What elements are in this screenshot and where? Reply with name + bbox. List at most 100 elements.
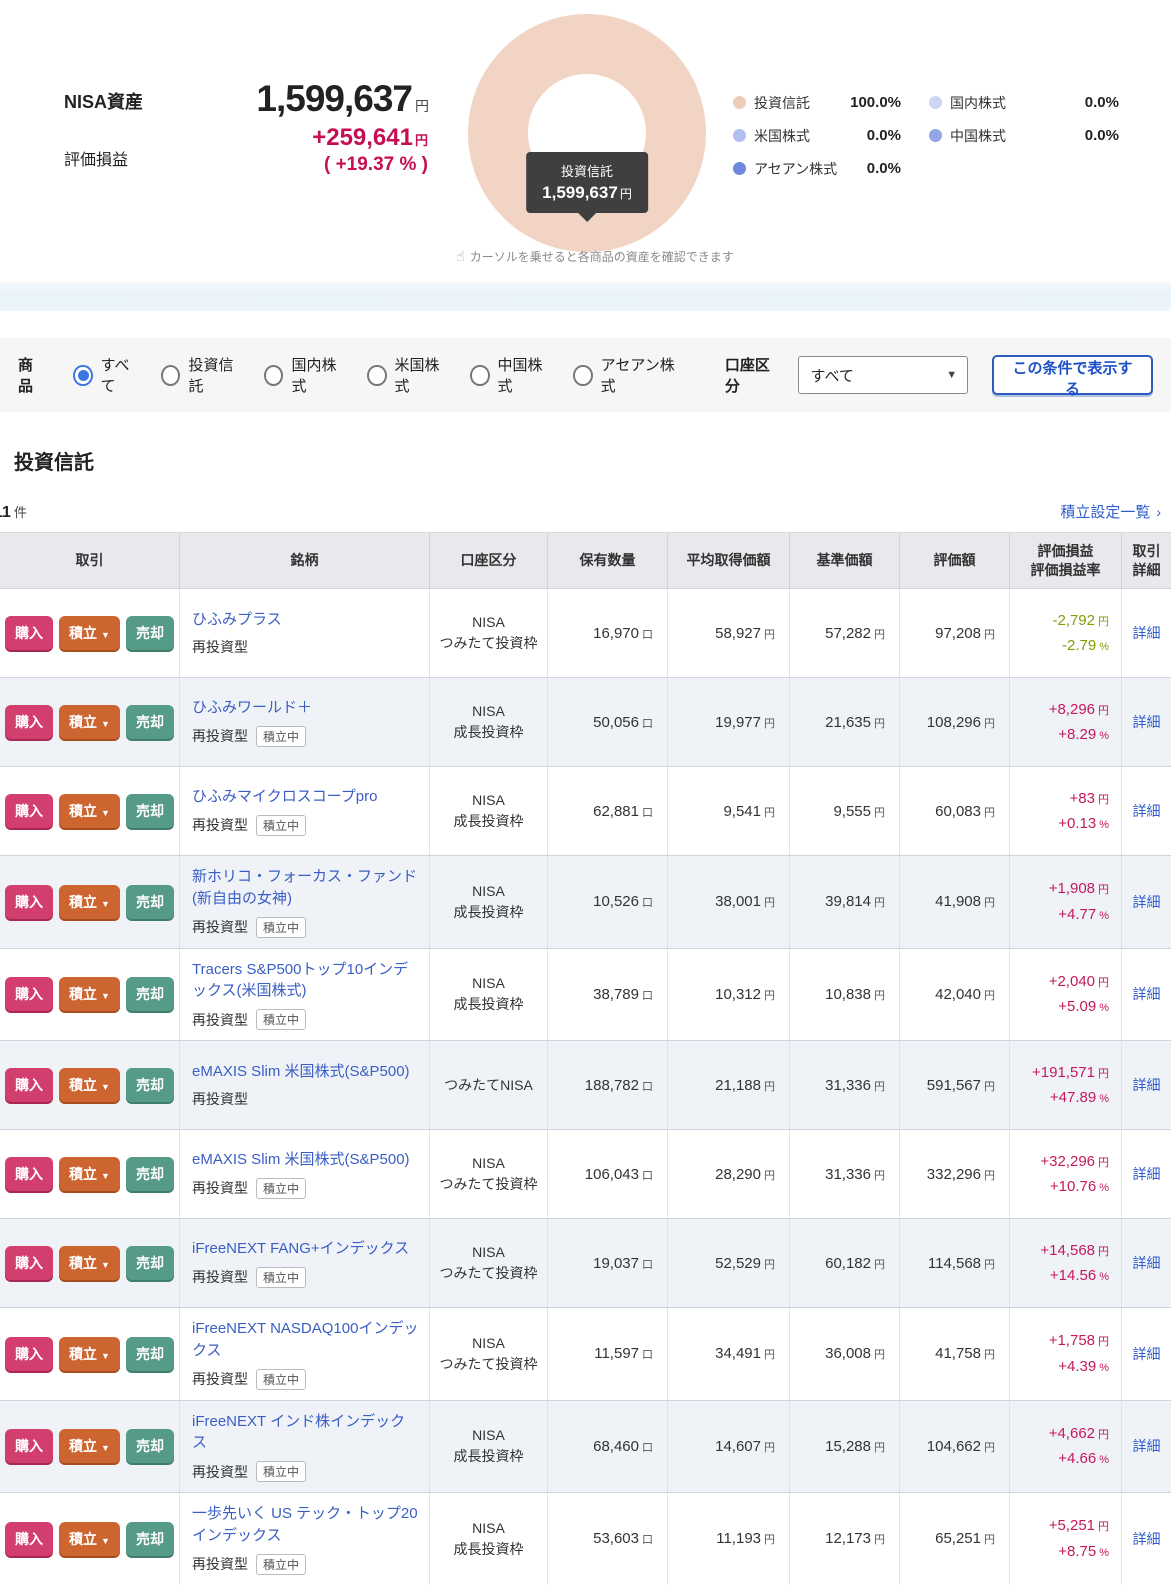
fund-name-link[interactable]: 新ホリコ・フォーカス・ファンド(新自由の女神) <box>192 866 419 910</box>
buy-button[interactable]: 購入 <box>5 977 53 1011</box>
radio-chugoku[interactable]: 中国株式 <box>470 354 551 396</box>
table-row: 購入 積立▼ 売却 Tracers S&P500トップ10インデックス(米国株式… <box>0 948 1171 1041</box>
sell-button[interactable]: 売却 <box>126 1522 174 1556</box>
buy-button[interactable]: 購入 <box>5 885 53 919</box>
quantity-cell: 188,782口 <box>548 1041 668 1129</box>
pl-cell: +14,568円 +14.56% <box>1010 1219 1122 1307</box>
buy-button[interactable]: 購入 <box>5 1429 53 1463</box>
fund-name-link[interactable]: eMAXIS Slim 米国株式(S&P500) <box>192 1061 410 1083</box>
nav-cell: 21,635円 <box>790 678 900 766</box>
buy-button[interactable]: 購入 <box>5 794 53 828</box>
radio-asean[interactable]: アセアン株式 <box>573 354 681 396</box>
radio-kokunai-icon[interactable] <box>264 365 283 386</box>
sell-button[interactable]: 売却 <box>126 616 174 650</box>
fund-name-link[interactable]: iFreeNEXT FANG+インデックス <box>192 1238 409 1260</box>
pl-cell: +191,571円 +47.89% <box>1010 1041 1122 1129</box>
buy-button[interactable]: 購入 <box>5 1522 53 1556</box>
radio-beikoku-icon[interactable] <box>367 365 386 386</box>
radio-chugoku-icon[interactable] <box>470 365 489 386</box>
account-type-cell: NISA つみたて投資枠 <box>430 1308 548 1400</box>
tsumitate-button[interactable]: 積立▼ <box>59 616 120 650</box>
radio-beikoku[interactable]: 米国株式 <box>367 354 448 396</box>
buy-button[interactable]: 購入 <box>5 1246 53 1280</box>
buy-button[interactable]: 購入 <box>5 705 53 739</box>
caret-down-icon: ▼ <box>101 991 110 1001</box>
detail-link[interactable]: 詳細 <box>1133 623 1161 643</box>
sell-button[interactable]: 売却 <box>126 794 174 828</box>
tsumitate-settings-link[interactable]: 積立設定一覧› <box>1060 501 1161 522</box>
tsumitate-button[interactable]: 積立▼ <box>59 1337 120 1371</box>
pointer-hand-icon: ☝ <box>456 248 465 264</box>
sell-button[interactable]: 売却 <box>126 1246 174 1280</box>
detail-cell: 詳細 <box>1122 1493 1171 1585</box>
tsumitate-button[interactable]: 積立▼ <box>59 1522 120 1556</box>
tsumitate-active-badge: 積立中 <box>256 1009 306 1030</box>
sell-button[interactable]: 売却 <box>126 1337 174 1371</box>
tsumitate-button[interactable]: 積立▼ <box>59 885 120 919</box>
tsumitate-button[interactable]: 積立▼ <box>59 1068 120 1102</box>
fund-name-link[interactable]: ひふみワールド＋ <box>192 697 312 719</box>
detail-link[interactable]: 詳細 <box>1133 1075 1161 1095</box>
radio-all-icon[interactable] <box>73 365 92 386</box>
asset-donut-chart[interactable]: 投資信託 1,599,637円 <box>468 14 706 252</box>
pl-cell: +1,758円 +4.39% <box>1010 1308 1122 1400</box>
avg-price-cell: 52,529円 <box>668 1219 790 1307</box>
detail-link[interactable]: 詳細 <box>1133 712 1161 732</box>
fund-name-link[interactable]: ひふみマイクロスコープpro <box>192 786 377 808</box>
detail-link[interactable]: 詳細 <box>1133 801 1161 821</box>
trade-buttons-cell: 購入 積立▼ 売却 <box>0 1308 180 1400</box>
sell-button[interactable]: 売却 <box>126 1157 174 1191</box>
fund-name-link[interactable]: ひふみプラス <box>192 609 282 631</box>
fund-name-link[interactable]: eMAXIS Slim 米国株式(S&P500) <box>192 1149 410 1171</box>
reinvest-type-label: 再投資型 <box>192 1369 248 1389</box>
asset-legend: 投資信託 100.0% 国内株式 0.0% 米国株式 0.0% 中国株式 0.0… <box>733 86 1119 185</box>
detail-link[interactable]: 詳細 <box>1133 1529 1161 1549</box>
fund-name-link[interactable]: 一歩先いく US テック・トップ20インデックス <box>192 1503 419 1547</box>
fund-name-cell: iFreeNEXT FANG+インデックス 再投資型 積立中 <box>180 1219 430 1307</box>
sell-button[interactable]: 売却 <box>126 885 174 919</box>
detail-link[interactable]: 詳細 <box>1133 892 1161 912</box>
tsumitate-button[interactable]: 積立▼ <box>59 705 120 739</box>
tsumitate-button[interactable]: 積立▼ <box>59 1429 120 1463</box>
detail-link[interactable]: 詳細 <box>1133 1436 1161 1456</box>
sell-button[interactable]: 売却 <box>126 1429 174 1463</box>
sell-button[interactable]: 売却 <box>126 1068 174 1102</box>
detail-link[interactable]: 詳細 <box>1133 1164 1161 1184</box>
hover-hint: ☝カーソルを乗せると各商品の資産を確認できます <box>455 248 735 265</box>
tsumitate-button[interactable]: 積立▼ <box>59 1246 120 1280</box>
detail-link[interactable]: 詳細 <box>1133 1253 1161 1273</box>
radio-kokunai[interactable]: 国内株式 <box>264 354 345 396</box>
account-select[interactable]: すべて ▼ <box>798 356 969 394</box>
radio-toushin-icon[interactable] <box>161 365 180 386</box>
legend-dot-chugoku-icon <box>929 129 942 142</box>
nav-cell: 60,182円 <box>790 1219 900 1307</box>
buy-button[interactable]: 購入 <box>5 1157 53 1191</box>
sell-button[interactable]: 売却 <box>126 977 174 1011</box>
tsumitate-active-badge: 積立中 <box>256 1461 306 1482</box>
tsumitate-button[interactable]: 積立▼ <box>59 794 120 828</box>
pl-cell: +2,040円 +5.09% <box>1010 949 1122 1041</box>
buy-button[interactable]: 購入 <box>5 616 53 650</box>
sell-button[interactable]: 売却 <box>126 705 174 739</box>
radio-asean-icon[interactable] <box>573 365 592 386</box>
buy-button[interactable]: 購入 <box>5 1337 53 1371</box>
radio-all[interactable]: すべて <box>73 354 139 396</box>
tsumitate-button[interactable]: 積立▼ <box>59 977 120 1011</box>
fund-table-body: 購入 積立▼ 売却 ひふみプラス 再投資型 NISA つみたて投資枠 16,97… <box>0 588 1171 1585</box>
fund-name-link[interactable]: Tracers S&P500トップ10インデックス(米国株式) <box>192 959 419 1003</box>
account-type-cell: NISA 成長投資枠 <box>430 767 548 855</box>
fund-name-link[interactable]: iFreeNEXT インド株インデックス <box>192 1411 419 1455</box>
fund-name-link[interactable]: iFreeNEXT NASDAQ100インデックス <box>192 1318 419 1362</box>
buy-button[interactable]: 購入 <box>5 1068 53 1102</box>
table-row: 購入 積立▼ 売却 ひふみプラス 再投資型 NISA つみたて投資枠 16,97… <box>0 588 1171 677</box>
detail-link[interactable]: 詳細 <box>1133 1344 1161 1364</box>
tsumitate-active-badge: 積立中 <box>256 917 306 938</box>
trade-buttons-cell: 購入 積立▼ 売却 <box>0 589 180 677</box>
avg-price-cell: 38,001円 <box>668 856 790 948</box>
apply-filter-button[interactable]: この条件で表示する <box>992 355 1153 395</box>
tsumitate-button[interactable]: 積立▼ <box>59 1157 120 1191</box>
radio-toushin[interactable]: 投資信託 <box>161 354 242 396</box>
detail-cell: 詳細 <box>1122 1308 1171 1400</box>
asset-total: 1,599,637円 <box>200 78 428 120</box>
detail-link[interactable]: 詳細 <box>1133 984 1161 1004</box>
